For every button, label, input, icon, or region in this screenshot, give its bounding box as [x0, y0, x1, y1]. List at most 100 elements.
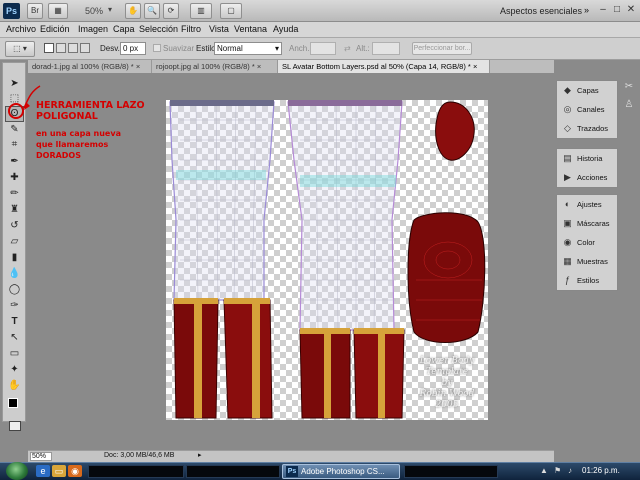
zoom-tool-icon[interactable]: 🔍 [144, 3, 160, 19]
panel-acciones[interactable]: ▶ Acciones [557, 168, 617, 187]
workspace-switcher[interactable]: Aspectos esenciales [500, 6, 582, 16]
close-icon[interactable]: ✕ [624, 4, 638, 16]
menu-vista[interactable]: Vista [209, 24, 229, 34]
tab-rojoopt[interactable]: rojoopt.jpg al 100% (RGB/8) * × [152, 60, 278, 73]
tab-close-icon[interactable]: × [136, 62, 140, 71]
menu-edicion[interactable]: Edición [40, 24, 70, 34]
tab-sl-avatar[interactable]: SL Avatar Bottom Layers.psd al 50% (Capa… [278, 60, 490, 73]
width-input[interactable] [310, 42, 336, 55]
photoshop-logo: Ps [3, 3, 20, 19]
zoom-level-menu[interactable]: 50% [85, 6, 103, 16]
panel-trazados[interactable]: ◇ Trazados [557, 119, 617, 138]
actions-icon: ▶ [564, 172, 571, 182]
firefox-icon[interactable]: ◉ [68, 465, 82, 477]
panel-group-adjustments: ◐ Ajustes ▣ Máscaras ◉ Color ▦ Muestras ƒ Est… [556, 194, 618, 291]
pen-tool-icon[interactable]: ✑ [6, 299, 23, 313]
path-selection-tool-icon[interactable]: ↖ [6, 331, 23, 345]
taskbar-task-4[interactable] [404, 465, 498, 478]
panel-historia[interactable]: ▤ Historia [557, 149, 617, 168]
menu-ventana[interactable]: Ventana [234, 24, 267, 34]
panel-label: Historia [577, 154, 603, 163]
panel-estilos[interactable]: ƒ Estilos [557, 271, 617, 290]
height-input[interactable] [372, 42, 400, 55]
document-canvas[interactable]: Lower Body Template by Robin Wood 2005 [166, 100, 488, 420]
status-menu-icon[interactable]: ▸ [198, 451, 202, 459]
tab-close-icon[interactable]: × [473, 62, 477, 71]
menu-archivo[interactable]: Archivo [6, 24, 36, 34]
panel-label: Máscaras [577, 219, 610, 228]
view-extras-button[interactable]: ▦ [48, 3, 68, 19]
tab-label: rojoopt.jpg al 100% (RGB/8) * [156, 62, 255, 71]
crop-tool-icon[interactable]: ⌗ [6, 138, 23, 152]
brush-tool-icon[interactable]: ✏ [6, 187, 23, 201]
zoom-chevron-down-icon[interactable]: ▾ [108, 5, 112, 14]
status-bar: 50% Doc: 3,00 MB/46,6 MB ▸ [28, 450, 554, 462]
new-selection-icon[interactable] [44, 43, 54, 53]
feather-input[interactable]: 0 px [120, 42, 146, 55]
minimize-icon[interactable]: – [596, 4, 610, 16]
menu-filtro[interactable]: Filtro [181, 24, 201, 34]
foreground-color-swatch[interactable] [8, 398, 18, 408]
gradient-tool-icon[interactable]: ▮ [6, 251, 23, 265]
intersect-selection-icon[interactable] [80, 43, 90, 53]
panel-color[interactable]: ◉ Color [557, 233, 617, 252]
taskbar-task-2[interactable] [186, 465, 280, 478]
subtract-selection-icon[interactable] [68, 43, 78, 53]
panel-capas[interactable]: ◆ Capas [557, 81, 617, 100]
credit-line: Lower Body [419, 356, 475, 366]
panel-label: Capas [577, 86, 599, 95]
3d-tool-icon[interactable]: ✦ [6, 363, 23, 377]
annotation-desc-line3: DORADOS [36, 151, 81, 160]
workspace-more-icon[interactable]: » [584, 5, 589, 15]
swap-icon[interactable]: ⇄ [344, 44, 351, 53]
screen-mode-icon[interactable]: ▢ [220, 3, 242, 19]
history-brush-tool-icon[interactable]: ↺ [6, 219, 23, 233]
quick-mask-icon[interactable] [9, 421, 21, 431]
panel-canales[interactable]: ◎ Canales [557, 100, 617, 119]
style-select[interactable]: Normal ▾ [214, 42, 282, 55]
tray-flag-icon[interactable]: ⚑ [554, 466, 564, 476]
start-button[interactable] [6, 462, 28, 480]
rotate-view-icon[interactable]: ⟳ [163, 3, 179, 19]
explorer-folder-icon[interactable]: ▭ [52, 465, 66, 477]
left-boot-shape [173, 298, 273, 419]
waistband-left [170, 100, 274, 106]
menu-seleccion[interactable]: Selección [139, 24, 178, 34]
shape-tool-icon[interactable]: ▭ [6, 347, 23, 361]
panel-muestras[interactable]: ▦ Muestras [557, 252, 617, 271]
antialias-checkbox[interactable] [153, 44, 161, 52]
taskbar-photoshop[interactable]: Ps Adobe Photoshop CS... [282, 464, 400, 479]
eraser-tool-icon[interactable]: ▱ [6, 235, 23, 249]
credit-line: 2005 [435, 400, 459, 410]
panel-ajustes[interactable]: ◐ Ajustes [557, 195, 617, 214]
status-zoom-input[interactable]: 50% [30, 452, 52, 461]
type-tool-icon[interactable]: T [6, 315, 23, 329]
healing-brush-tool-icon[interactable]: ✚ [6, 171, 23, 185]
tray-volume-icon[interactable]: ♪ [568, 466, 578, 476]
panel-label: Canales [577, 105, 605, 114]
bridge-button[interactable]: Br [27, 3, 43, 19]
sole-bottom-shape [407, 212, 486, 343]
arrange-documents-icon[interactable]: ▥ [190, 3, 212, 19]
menu-imagen[interactable]: Imagen [78, 24, 108, 34]
panel-label: Estilos [577, 276, 600, 285]
hand-tool-icon[interactable]: ✋ [125, 3, 141, 19]
clone-stamp-tool-icon[interactable]: ♜ [6, 203, 23, 217]
refine-edge-button[interactable]: Perfeccionar bor... [412, 42, 472, 55]
internet-explorer-icon[interactable]: e [36, 465, 50, 477]
tray-network-icon[interactable]: ▲ [540, 466, 550, 476]
dodge-tool-icon[interactable]: ◯ [6, 283, 23, 297]
menu-capa[interactable]: Capa [113, 24, 135, 34]
brush-preset-icon[interactable]: ✂ [622, 80, 636, 94]
panel-mascaras[interactable]: ▣ Máscaras [557, 214, 617, 233]
taskbar-task-1[interactable] [88, 465, 184, 478]
menu-ayuda[interactable]: Ayuda [273, 24, 298, 34]
blur-tool-icon[interactable]: 💧 [6, 267, 23, 281]
hand-icon[interactable]: ✋ [6, 379, 23, 393]
tab-close-icon[interactable]: × [257, 62, 261, 71]
clone-source-icon[interactable]: ♙ [622, 98, 636, 112]
tool-preset-picker[interactable]: ⬚ ▾ [5, 41, 35, 57]
add-selection-icon[interactable] [56, 43, 66, 53]
eyedropper-tool-icon[interactable]: ✒ [6, 155, 23, 169]
maximize-icon[interactable]: □ [610, 4, 624, 16]
